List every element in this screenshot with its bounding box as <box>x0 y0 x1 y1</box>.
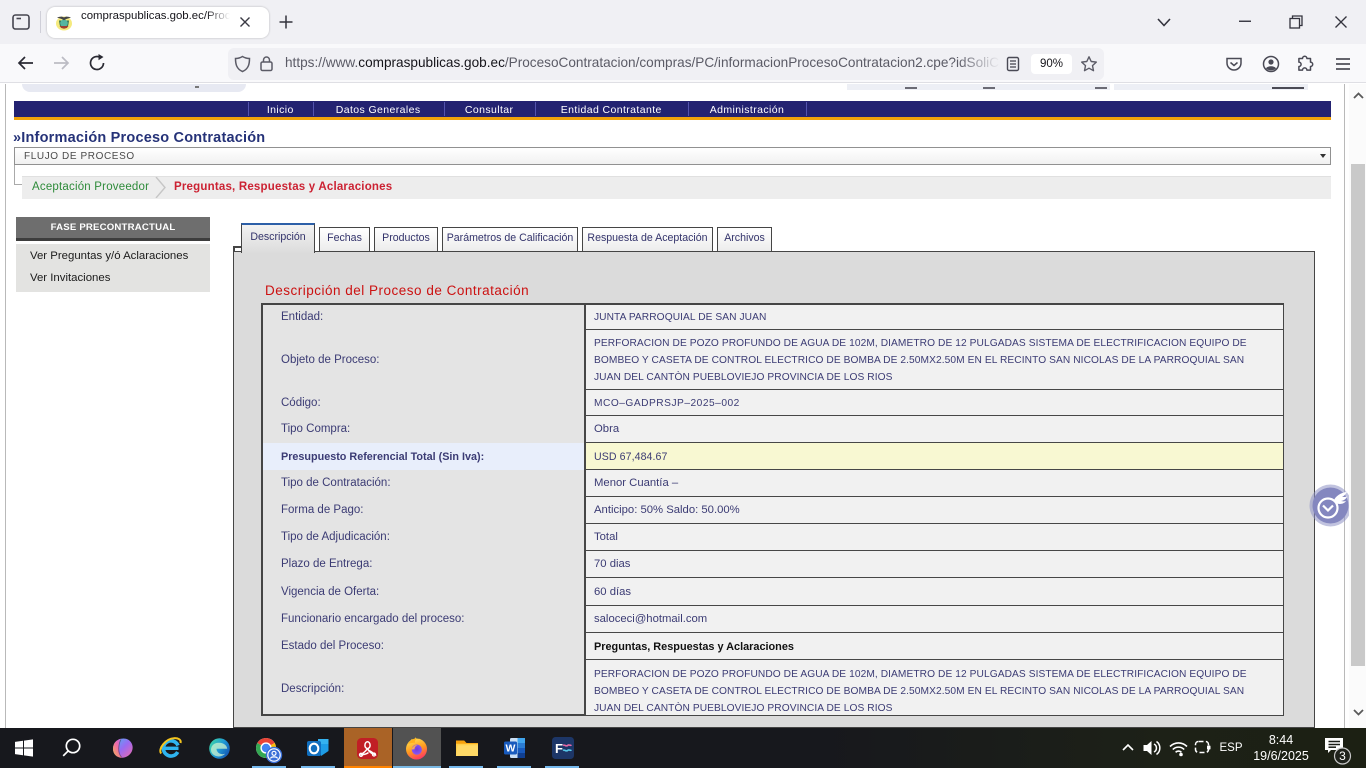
svg-text:W: W <box>506 743 516 755</box>
svg-text:F: F <box>555 741 563 756</box>
svg-text:3: 3 <box>1339 749 1346 763</box>
